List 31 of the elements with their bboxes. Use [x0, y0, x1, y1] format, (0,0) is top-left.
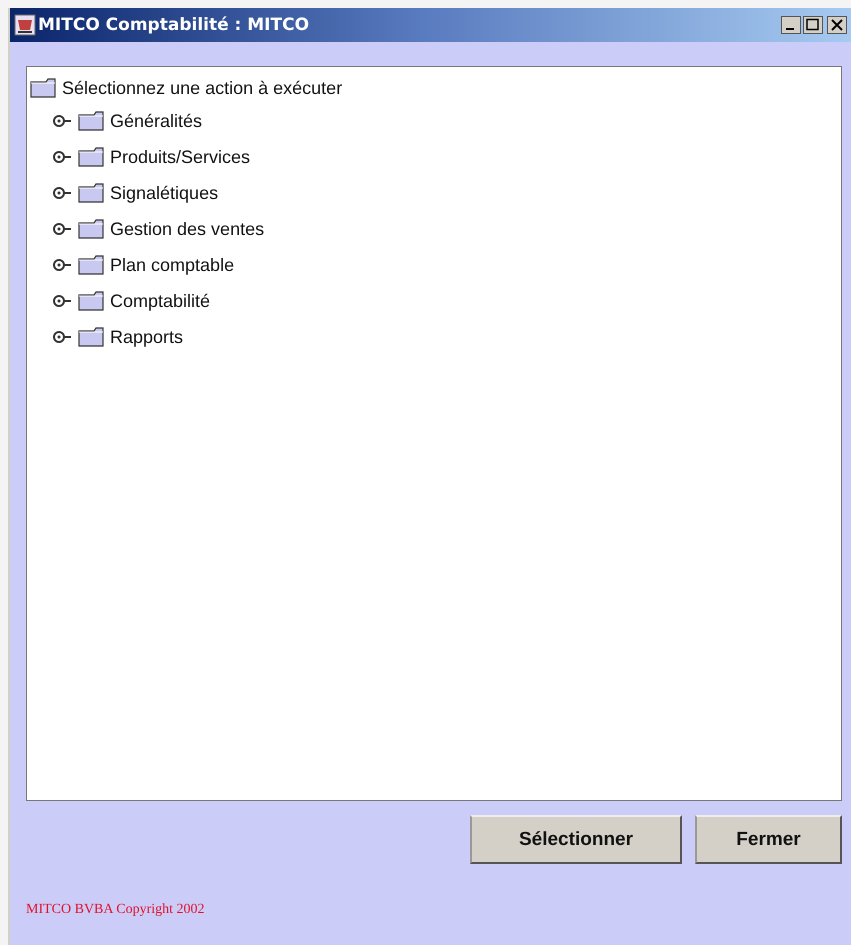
folder-icon [30, 78, 56, 98]
tree-root-label[interactable]: Sélectionnez une action à exécuter [60, 78, 344, 98]
copyright-text: MITCO BVBA Copyright 2002 [26, 902, 206, 918]
tree-item[interactable]: Rapports [108, 326, 186, 348]
expand-handle-icon[interactable] [52, 330, 74, 344]
expand-handle-icon[interactable] [52, 258, 74, 272]
folder-icon [78, 147, 104, 167]
tree-item[interactable]: Comptabilité [108, 290, 212, 312]
close-button[interactable]: Fermer [695, 815, 842, 864]
expand-handle-icon[interactable] [52, 150, 74, 164]
tree-item[interactable]: Plan comptable [108, 254, 236, 276]
close-icon[interactable] [827, 16, 847, 34]
folder-icon [78, 327, 104, 347]
folder-icon [78, 219, 104, 239]
expand-handle-icon[interactable] [52, 222, 74, 236]
folder-icon [78, 183, 104, 203]
maximize-icon[interactable] [803, 16, 823, 34]
tree-item[interactable]: Produits/Services [108, 146, 252, 168]
folder-icon [78, 111, 104, 131]
tree-item[interactable]: Gestion des ventes [108, 218, 266, 240]
select-button[interactable]: Sélectionner [470, 815, 682, 864]
app-icon [14, 14, 36, 36]
folder-icon [78, 255, 104, 275]
minimize-icon[interactable] [781, 16, 801, 34]
tree-item[interactable]: Généralités [108, 110, 204, 132]
tree-item[interactable]: Signalétiques [108, 182, 220, 204]
window-title: MITCO Comptabilité : MITCO [38, 15, 310, 35]
expand-handle-icon[interactable] [52, 294, 74, 308]
expand-handle-icon[interactable] [52, 114, 74, 128]
folder-icon [78, 291, 104, 311]
expand-handle-icon[interactable] [52, 186, 74, 200]
